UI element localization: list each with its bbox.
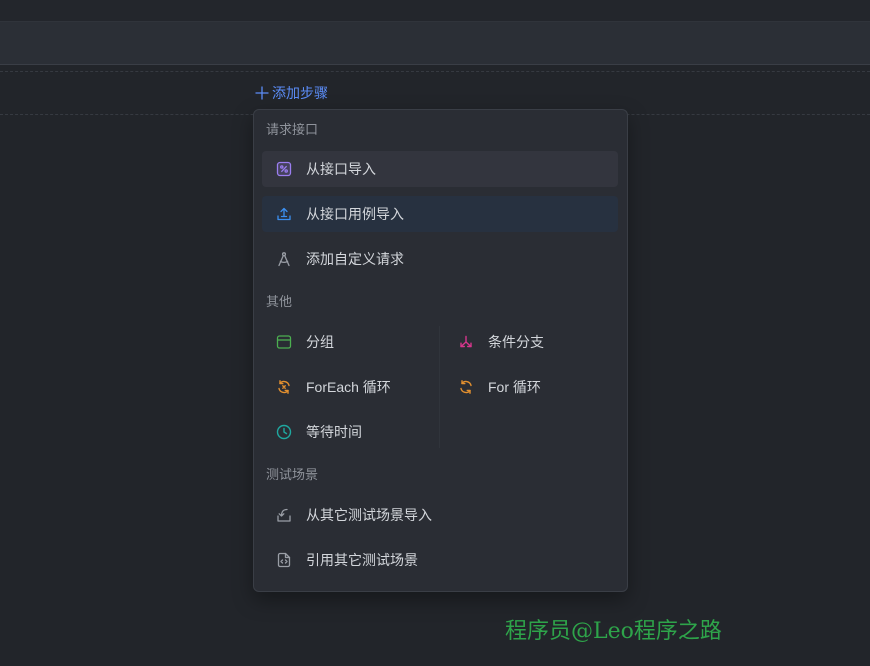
menu-item-for-loop[interactable]: For 循环: [444, 369, 618, 405]
menu-item-import-from-api-case[interactable]: 从接口用例导入: [262, 196, 618, 232]
section-title-scenario: 测试场景: [266, 467, 319, 482]
menu-item-import-from-api[interactable]: 从接口导入: [262, 151, 618, 187]
branch-icon: [458, 334, 474, 350]
menu-item-label: 添加自定义请求: [306, 251, 404, 267]
case-import-icon: [276, 206, 292, 222]
menu-item-foreach-loop[interactable]: ForEach 循环: [262, 369, 435, 405]
group-icon: [276, 334, 292, 350]
menu-item-label: 从接口导入: [306, 161, 376, 177]
menu-item-add-custom-request[interactable]: 添加自定义请求: [262, 241, 618, 277]
section-title-other: 其他: [266, 294, 293, 309]
menu-item-reference-scenario[interactable]: 引用其它测试场景: [262, 542, 618, 578]
column-divider: [439, 326, 440, 448]
foreach-loop-icon: [276, 379, 292, 395]
api-import-icon: [276, 161, 292, 177]
clock-icon: [276, 424, 292, 440]
step-divider-top: [0, 71, 870, 72]
watermark: 程序员@Leo程序之路: [505, 619, 722, 644]
plus-icon: [254, 85, 270, 101]
menu-item-label: ForEach 循环: [306, 379, 391, 395]
menu-item-import-from-scenario[interactable]: 从其它测试场景导入: [262, 497, 618, 533]
add-step-dropdown-menu: 请求接口 从接口导入 从接口用例导入 添加自定义请求 其他 分组 条件分支 Fo…: [253, 109, 628, 592]
add-step-label: 添加步骤: [272, 85, 328, 101]
menu-item-group[interactable]: 分组: [262, 324, 435, 360]
menu-item-condition-branch[interactable]: 条件分支: [444, 324, 618, 360]
menu-item-label: 条件分支: [488, 334, 544, 350]
top-strip: [0, 0, 870, 22]
custom-request-icon: [276, 251, 292, 267]
menu-item-label: For 循环: [488, 379, 541, 395]
menu-item-label: 从其它测试场景导入: [306, 507, 432, 523]
menu-item-label: 引用其它测试场景: [306, 552, 418, 568]
section-title-request: 请求接口: [266, 122, 319, 137]
add-step-button[interactable]: 添加步骤: [254, 83, 328, 103]
menu-item-label: 从接口用例导入: [306, 206, 404, 222]
menu-item-label: 分组: [306, 334, 334, 350]
menu-item-wait-time[interactable]: 等待时间: [262, 414, 435, 450]
scenario-import-icon: [276, 507, 292, 523]
toolbar-bar: [0, 22, 870, 65]
for-loop-icon: [458, 379, 474, 395]
menu-item-label: 等待时间: [306, 424, 362, 440]
scenario-reference-icon: [276, 552, 292, 568]
